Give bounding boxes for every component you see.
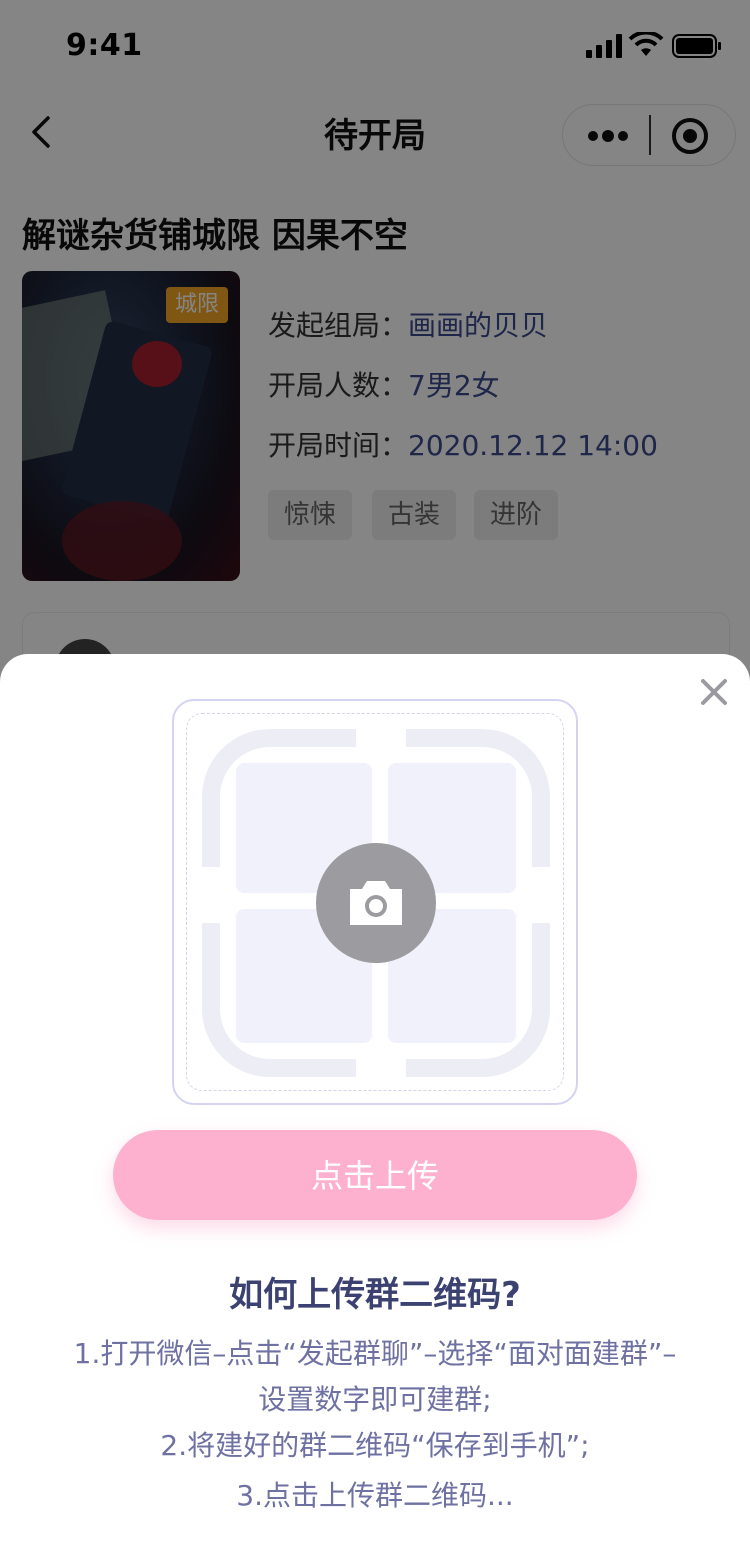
upload-button[interactable]: 点击上传: [113, 1130, 637, 1220]
close-icon[interactable]: [698, 676, 730, 708]
page: 9:41 待开局 解谜杂货铺城限 因果不空 城限 发起组局：画画的贝贝 开局人数…: [0, 0, 750, 1556]
help-step-line: 2.将建好的群二维码“保存到手机”;: [160, 1429, 590, 1462]
qr-upload-area[interactable]: [172, 699, 578, 1105]
camera-icon: [350, 881, 402, 925]
help-step-line: 设置数字即可建群;: [258, 1383, 492, 1416]
upload-qr-modal: 点击上传 如何上传群二维码? 1.打开微信–点击“发起群聊”–选择“面对面建群”…: [0, 654, 750, 1556]
camera-button[interactable]: [316, 843, 436, 963]
help-step-line: 1.打开微信–点击“发起群聊”–选择“面对面建群”–: [73, 1337, 677, 1370]
help-step-line: 3.点击上传群二维码...: [236, 1479, 514, 1512]
help-title: 如何上传群二维码?: [229, 1275, 521, 1315]
